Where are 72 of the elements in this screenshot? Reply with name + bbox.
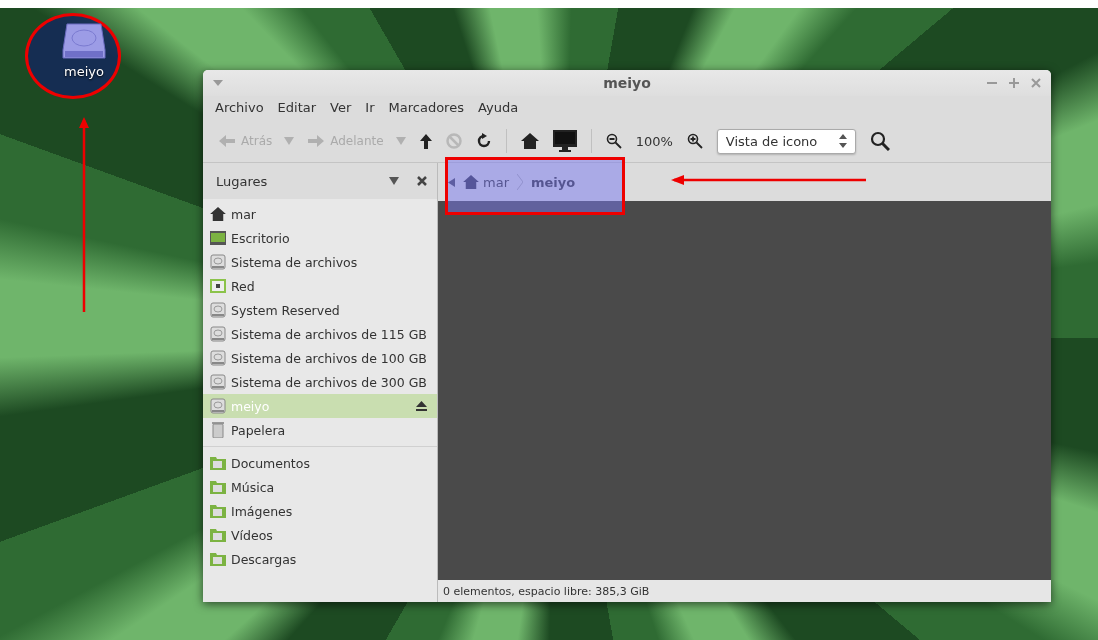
menu-item[interactable]: Marcadores xyxy=(388,99,464,115)
sidebar-item-label: Vídeos xyxy=(231,527,274,543)
sidebar-item[interactable]: Sistema de archivos de 300 GB xyxy=(203,370,437,394)
sidebar-item-label: Descargas xyxy=(231,551,298,567)
view-select[interactable]: Vista de icono xyxy=(716,128,857,154)
desktop-icon-label[interactable]: meiyo xyxy=(64,64,104,79)
sidebar-item[interactable]: Música xyxy=(203,475,437,499)
drive-icon xyxy=(209,326,227,342)
status-bar-text: 0 elementos, espacio libre: 385,3 GiB xyxy=(438,580,1051,602)
home-icon xyxy=(209,207,227,221)
sidebar-item-label: Escritorio xyxy=(231,230,291,246)
zoom-level: 100% xyxy=(635,133,673,149)
sidebar-item[interactable]: Escritorio xyxy=(203,226,437,250)
sidebar-item-label: Sistema de archivos de 300 GB xyxy=(231,374,427,390)
menu-item[interactable]: Ayuda xyxy=(477,99,519,115)
sidebar-item-label: Red xyxy=(231,278,256,294)
sidebar-item-label: Papelera xyxy=(231,422,287,438)
sidebar-item-label: Música xyxy=(231,479,276,495)
window-title: meiyo xyxy=(603,75,651,91)
sidebar-title: Lugares xyxy=(216,173,269,189)
menu-item[interactable]: Archivo xyxy=(215,99,264,115)
sidebar-item-label: Sistema de archivos de 100 GB xyxy=(231,350,427,366)
sidebar-item-label: Sistema de archivos de 115 GB xyxy=(231,326,427,342)
desktop-icon xyxy=(209,231,227,245)
sidebar-item[interactable]: Papelera xyxy=(203,418,437,442)
spinner-arrows-icon xyxy=(839,134,848,148)
sidebar-item[interactable]: Documentos xyxy=(203,451,437,475)
dropdown-caret-icon[interactable] xyxy=(389,177,399,185)
sidebar-item[interactable]: Red xyxy=(203,274,437,298)
close-icon[interactable] xyxy=(417,176,427,186)
drive-icon xyxy=(209,398,227,414)
folder-icon xyxy=(209,552,227,566)
folder-icon xyxy=(209,504,227,518)
monitor-icon[interactable] xyxy=(552,130,577,152)
sidebar-item[interactable]: Sistema de archivos xyxy=(203,250,437,274)
sidebar-item-label: System Reserved xyxy=(231,302,341,318)
zoom-out-icon[interactable] xyxy=(605,133,622,149)
sidebar-item[interactable]: Imágenes xyxy=(203,499,437,523)
sidebar-item[interactable]: Vídeos xyxy=(203,523,437,547)
up-arrow-icon[interactable] xyxy=(419,133,432,149)
sidebar-item[interactable]: System Reserved xyxy=(203,298,437,322)
sidebar-item-label: Documentos xyxy=(231,455,311,471)
home-icon xyxy=(463,175,479,189)
drive-icon xyxy=(209,350,227,366)
hard-drive-icon[interactable] xyxy=(61,22,107,60)
sidebar-item-label: meiyo xyxy=(231,398,271,414)
drive-icon xyxy=(209,302,227,318)
sidebar-item-label: Imágenes xyxy=(231,503,294,519)
menu-item[interactable]: Editar xyxy=(277,99,317,115)
menu-item[interactable]: Ir xyxy=(365,99,375,115)
sidebar-item-label: Sistema de archivos xyxy=(231,254,359,270)
left-arrow-icon[interactable] xyxy=(448,177,455,187)
zoom-in-icon[interactable] xyxy=(686,133,703,149)
folder-icon xyxy=(209,528,227,542)
menu-item[interactable]: Ver xyxy=(330,99,352,115)
folder-icon xyxy=(209,456,227,470)
reload-icon[interactable] xyxy=(475,133,492,149)
eject-icon[interactable] xyxy=(416,401,427,411)
drive-icon xyxy=(209,374,227,390)
back-arrow-icon xyxy=(219,135,235,147)
trash-can-icon xyxy=(209,422,227,438)
sidebar-item[interactable]: Sistema de archivos de 100 GB xyxy=(203,346,437,370)
search-icon[interactable] xyxy=(870,131,891,151)
sidebar-item-label: mar xyxy=(231,206,257,222)
folder-icon xyxy=(209,480,227,494)
sidebar-item[interactable]: Descargas xyxy=(203,547,437,571)
forward-arrow-icon xyxy=(308,135,325,147)
sidebar-item[interactable]: Sistema de archivos de 115 GB xyxy=(203,322,437,346)
sidebar-item[interactable]: mar xyxy=(203,202,437,226)
drive-icon xyxy=(209,254,227,270)
home-icon[interactable] xyxy=(520,133,539,149)
network-folder-icon xyxy=(209,279,227,293)
